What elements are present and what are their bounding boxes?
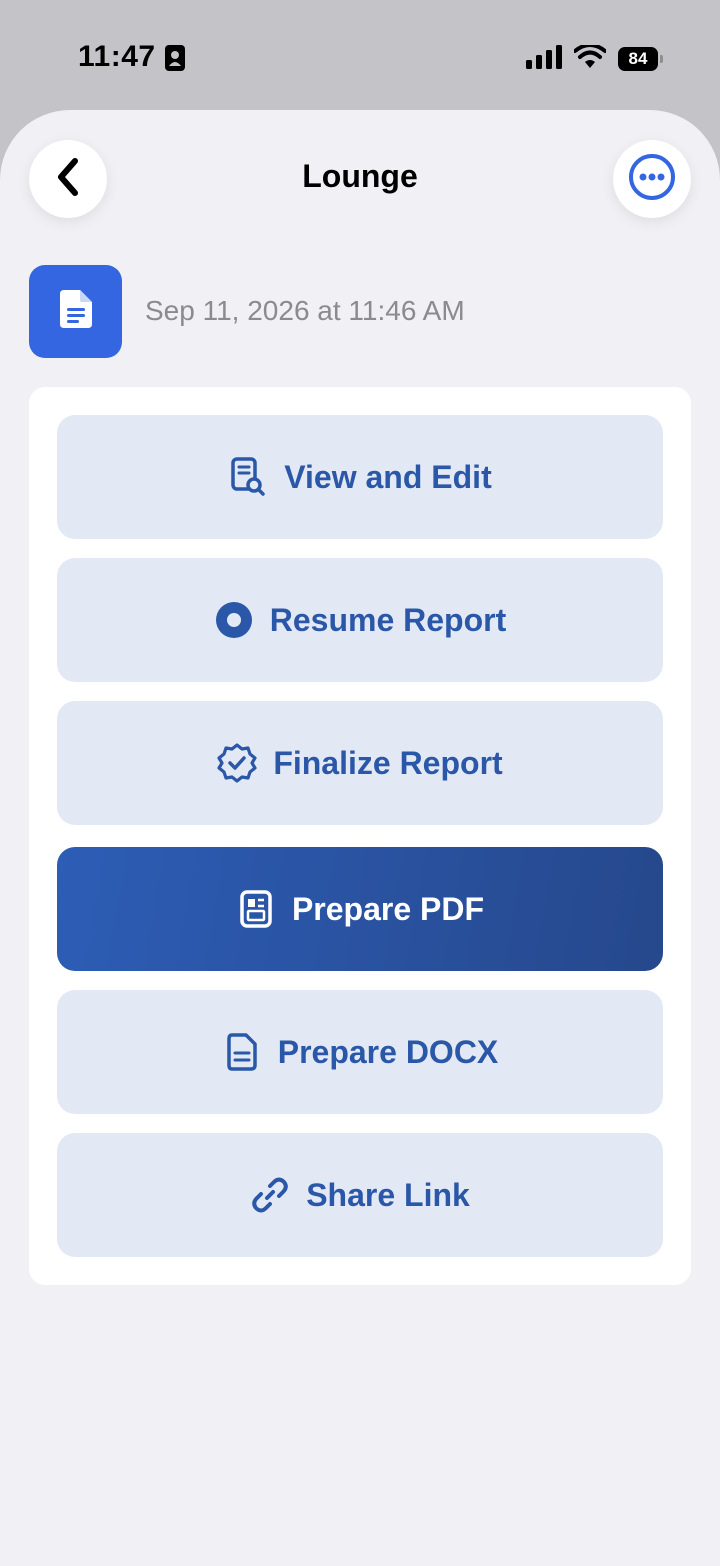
- status-time: 11:47: [78, 40, 156, 73]
- more-options-button[interactable]: [613, 140, 691, 218]
- status-indicators: 84: [526, 42, 663, 74]
- status-bar: 11:47 84: [0, 0, 720, 112]
- view-and-edit-label: View and Edit: [284, 458, 492, 495]
- prepare-docx-button[interactable]: Prepare DOCX: [57, 990, 663, 1114]
- pdf-document-icon: [236, 889, 276, 929]
- actions-card: View and Edit Resume Report Finalize Rep…: [29, 387, 691, 1285]
- share-link-label: Share Link: [306, 1176, 470, 1213]
- battery-indicator: 84: [618, 47, 663, 71]
- prepare-pdf-label: Prepare PDF: [291, 890, 485, 927]
- prepare-pdf-button[interactable]: Prepare PDF: [57, 847, 663, 971]
- finalize-report-button[interactable]: Finalize Report: [57, 701, 663, 825]
- view-and-edit-button[interactable]: View and Edit: [57, 415, 663, 539]
- finalize-report-label: Finalize Report: [273, 744, 503, 781]
- resume-report-label: Resume Report: [269, 601, 507, 638]
- document-search-icon: [228, 457, 268, 497]
- resume-report-button[interactable]: Resume Report: [57, 558, 663, 682]
- wifi-icon: [573, 42, 607, 74]
- prepare-docx-label: Prepare DOCX: [277, 1033, 499, 1070]
- document-icon: [59, 290, 92, 333]
- page-title: Lounge: [302, 158, 418, 194]
- document-thumbnail: [29, 265, 122, 358]
- share-link-button[interactable]: Share Link: [57, 1133, 663, 1257]
- ellipsis-circle-icon: [628, 153, 676, 206]
- docx-document-icon: [222, 1032, 262, 1072]
- sheet: Lounge Sep 11, 2026 at 11:46 AM View and…: [0, 110, 720, 1566]
- document-date: Sep 11, 2026 at 11:46 AM: [145, 295, 465, 326]
- record-circle-icon: [214, 600, 254, 640]
- verified-badge-icon: [217, 743, 257, 783]
- contact-card-icon: [164, 44, 186, 72]
- cellular-signal-icon: [526, 44, 562, 74]
- link-icon: [250, 1175, 290, 1215]
